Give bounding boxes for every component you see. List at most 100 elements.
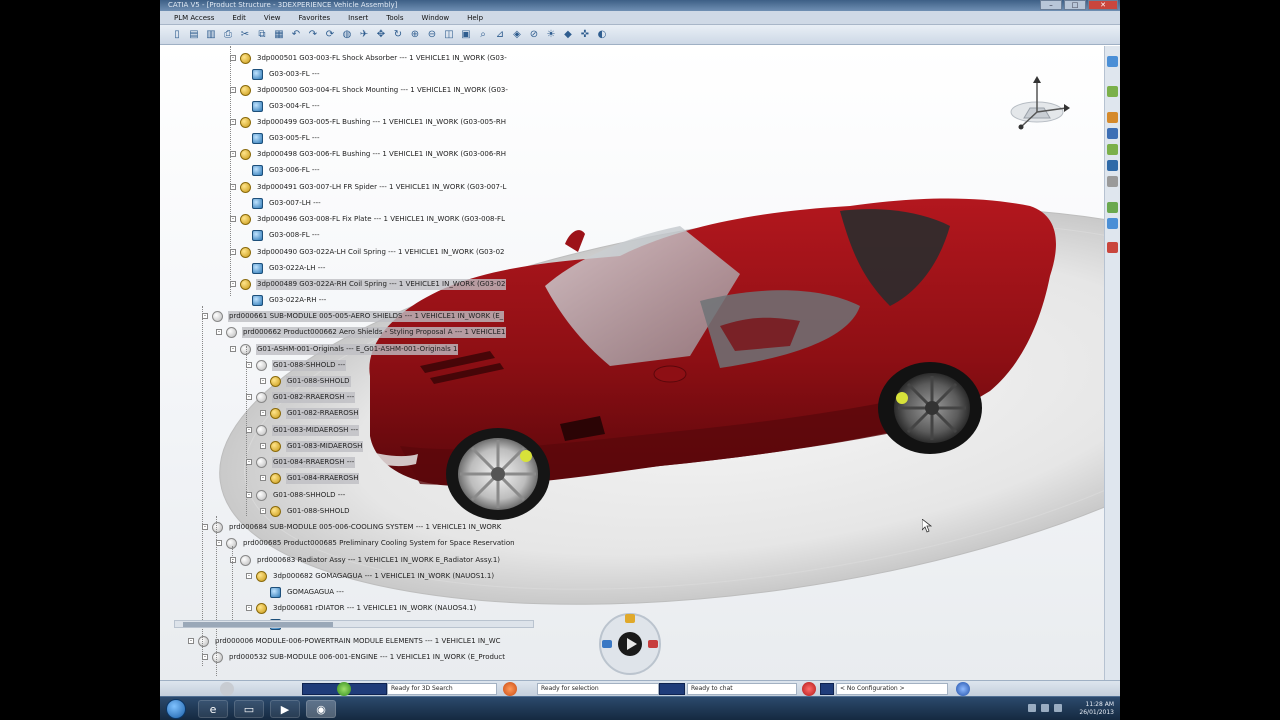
assembly-icon[interactable] — [1107, 112, 1118, 123]
rotate-icon[interactable]: ↻ — [391, 28, 405, 42]
update-icon[interactable]: ⟳ — [323, 28, 337, 42]
tree-expander[interactable]: - — [246, 573, 252, 579]
catalog-icon[interactable] — [1107, 202, 1118, 213]
section-icon[interactable]: ⊘ — [527, 28, 541, 42]
tree-expander[interactable]: - — [260, 443, 266, 449]
tree-node[interactable]: G01-088-SHHOLD --- — [256, 359, 347, 371]
compass-icon[interactable]: ✜ — [578, 28, 592, 42]
tray-flag-icon[interactable] — [1028, 704, 1036, 712]
tree-node[interactable]: prd000006 MODULE-006-POWERTRAIN MODULE E… — [198, 635, 502, 647]
tray-volume-icon[interactable] — [1054, 704, 1062, 712]
selection-icon[interactable] — [503, 682, 517, 696]
tree-expander[interactable]: - — [188, 638, 194, 644]
menu-insert[interactable]: Insert — [348, 14, 368, 22]
tree-node[interactable]: G01-088-SHHOLD — [270, 375, 351, 387]
light-icon[interactable]: ☀ — [544, 28, 558, 42]
layer-icon[interactable] — [1107, 160, 1118, 171]
taskbar-ie-icon[interactable]: e — [198, 700, 228, 718]
taskbar-explorer-icon[interactable]: ▭ — [234, 700, 264, 718]
tree-node[interactable]: G01-088-SHHOLD --- — [256, 489, 346, 501]
tree-node[interactable]: 3dp000499 G03-005-FL Bushing --- 1 VEHIC… — [240, 116, 507, 128]
tree-node[interactable]: 3dp000681 rDIATOR --- 1 VEHICLE1 IN_WORK… — [256, 602, 477, 614]
copy-icon[interactable]: ⧉ — [255, 28, 269, 42]
tree-node[interactable]: prd000661 SUB-MODULE 005-005-AERO SHIELD… — [212, 310, 505, 322]
tray-network-icon[interactable] — [1041, 704, 1049, 712]
hide-icon[interactable]: ◐ — [595, 28, 609, 42]
print-icon[interactable]: ⎙ — [221, 28, 235, 42]
search-icon[interactable]: ⌕ — [476, 28, 490, 42]
menu-window[interactable]: Window — [422, 14, 450, 22]
material-icon[interactable]: ◆ — [561, 28, 575, 42]
menu-view[interactable]: View — [264, 14, 281, 22]
tree-node[interactable]: G01-082-RRAEROSH --- — [256, 391, 356, 403]
constraint-icon[interactable] — [1107, 128, 1118, 139]
tree-node[interactable]: 3dp000490 G03-022A-LH Coil Spring --- 1 … — [240, 246, 505, 258]
config-toggle[interactable] — [820, 683, 834, 695]
tree-node[interactable]: G03-022A-LH --- — [252, 262, 326, 274]
tree-node[interactable]: GOMAGAGUA --- — [270, 586, 345, 598]
filter-icon[interactable] — [1107, 176, 1118, 187]
menu-tools[interactable]: Tools — [386, 14, 403, 22]
tree-node[interactable]: prd000662 Product000662 Aero Shields - S… — [226, 326, 507, 338]
render-icon[interactable]: ◈ — [510, 28, 524, 42]
tree-node[interactable]: prd000684 SUB-MODULE 005-006-COOLING SYS… — [212, 521, 502, 533]
tree-node[interactable]: G01-083-MIDAEROSH — [270, 440, 364, 452]
tree-node[interactable]: 3dp000682 GOMAGAGUA --- 1 VEHICLE1 IN_WO… — [256, 570, 495, 582]
normal-view-icon[interactable]: ◫ — [442, 28, 456, 42]
tree-expander[interactable]: - — [246, 605, 252, 611]
zoom-in-icon[interactable]: ⊕ — [408, 28, 422, 42]
undo-icon[interactable]: ↶ — [289, 28, 303, 42]
tree-expander[interactable]: - — [230, 557, 236, 563]
tree-expander[interactable]: - — [260, 508, 266, 514]
search-go-icon[interactable] — [337, 682, 351, 696]
configuration-select[interactable]: < No Configuration > — [836, 683, 948, 695]
close-button[interactable]: ✕ — [1088, 0, 1118, 10]
tree-node[interactable]: 3dp000489 G03-022A-RH Coil Spring --- 1 … — [240, 278, 507, 290]
analysis-icon[interactable] — [1107, 218, 1118, 229]
taskbar-clock[interactable]: 11:28 AM 26/01/2013 — [1079, 701, 1114, 717]
redo-icon[interactable]: ↷ — [306, 28, 320, 42]
tree-node[interactable]: G03-003-FL --- — [252, 68, 320, 80]
chat-icon[interactable] — [802, 682, 816, 696]
maximize-button[interactable]: □ — [1064, 0, 1086, 10]
tree-horizontal-scrollbar[interactable] — [174, 620, 534, 628]
cut-icon[interactable]: ✂ — [238, 28, 252, 42]
sketch-icon[interactable] — [1107, 56, 1118, 67]
tree-expander[interactable]: - — [260, 475, 266, 481]
pan-icon[interactable]: ✥ — [374, 28, 388, 42]
tree-node[interactable]: G03-006-FL --- — [252, 164, 320, 176]
tree-node[interactable]: 3dp000500 G03-004-FL Shock Mounting --- … — [240, 84, 509, 96]
menu-plm-access[interactable]: PLM Access — [174, 14, 214, 22]
tree-node[interactable]: 3dp000501 G03-003-FL Shock Absorber --- … — [240, 52, 508, 64]
tree-expander[interactable]: - — [260, 410, 266, 416]
fly-icon[interactable]: ✈ — [357, 28, 371, 42]
start-button[interactable] — [166, 699, 186, 719]
3d-viewport[interactable]: 3dp000501 G03-003-FL Shock Absorber --- … — [160, 46, 1104, 680]
menu-favorites[interactable]: Favorites — [299, 14, 331, 22]
tree-node[interactable]: 3dp000498 G03-006-FL Bushing --- 1 VEHIC… — [240, 148, 507, 160]
snap-icon[interactable] — [1107, 144, 1118, 155]
tree-node[interactable]: G03-004-FL --- — [252, 100, 320, 112]
title-bar[interactable]: CATIA V5 - [Product Structure - 3DEXPERI… — [160, 0, 1120, 11]
tree-node[interactable]: G03-007-LH --- — [252, 197, 322, 209]
tool-icon[interactable] — [1107, 242, 1118, 253]
new-icon[interactable]: ▯ — [170, 28, 184, 42]
menu-help[interactable]: Help — [467, 14, 483, 22]
tree-node[interactable]: prd000683 Radiator Assy --- 1 VEHICLE1 I… — [240, 554, 501, 566]
globe-icon[interactable]: ◍ — [340, 28, 354, 42]
fit-all-icon[interactable]: ▣ — [459, 28, 473, 42]
zoom-out-icon[interactable]: ⊖ — [425, 28, 439, 42]
tree-node[interactable]: 3dp000496 G03-008-FL Fix Plate --- 1 VEH… — [240, 213, 506, 225]
taskbar-catia-icon[interactable]: ◉ — [306, 700, 336, 718]
tree-expander[interactable]: - — [230, 346, 236, 352]
compass-small-icon[interactable] — [220, 682, 234, 696]
menu-edit[interactable]: Edit — [232, 14, 246, 22]
config-icon[interactable] — [956, 682, 970, 696]
tree-node[interactable]: G01-083-MIDAEROSH --- — [256, 424, 360, 436]
tree-expander[interactable]: - — [260, 378, 266, 384]
tree-node[interactable]: G01-084-RRAEROSH — [270, 472, 360, 484]
tree-node[interactable]: G01-088-SHHOLD — [270, 505, 351, 517]
specification-tree[interactable]: 3dp000501 G03-003-FL Shock Absorber --- … — [160, 46, 540, 676]
part-design-icon[interactable] — [1107, 86, 1118, 97]
tree-node[interactable]: prd000532 SUB-MODULE 006-001-ENGINE --- … — [212, 651, 506, 663]
